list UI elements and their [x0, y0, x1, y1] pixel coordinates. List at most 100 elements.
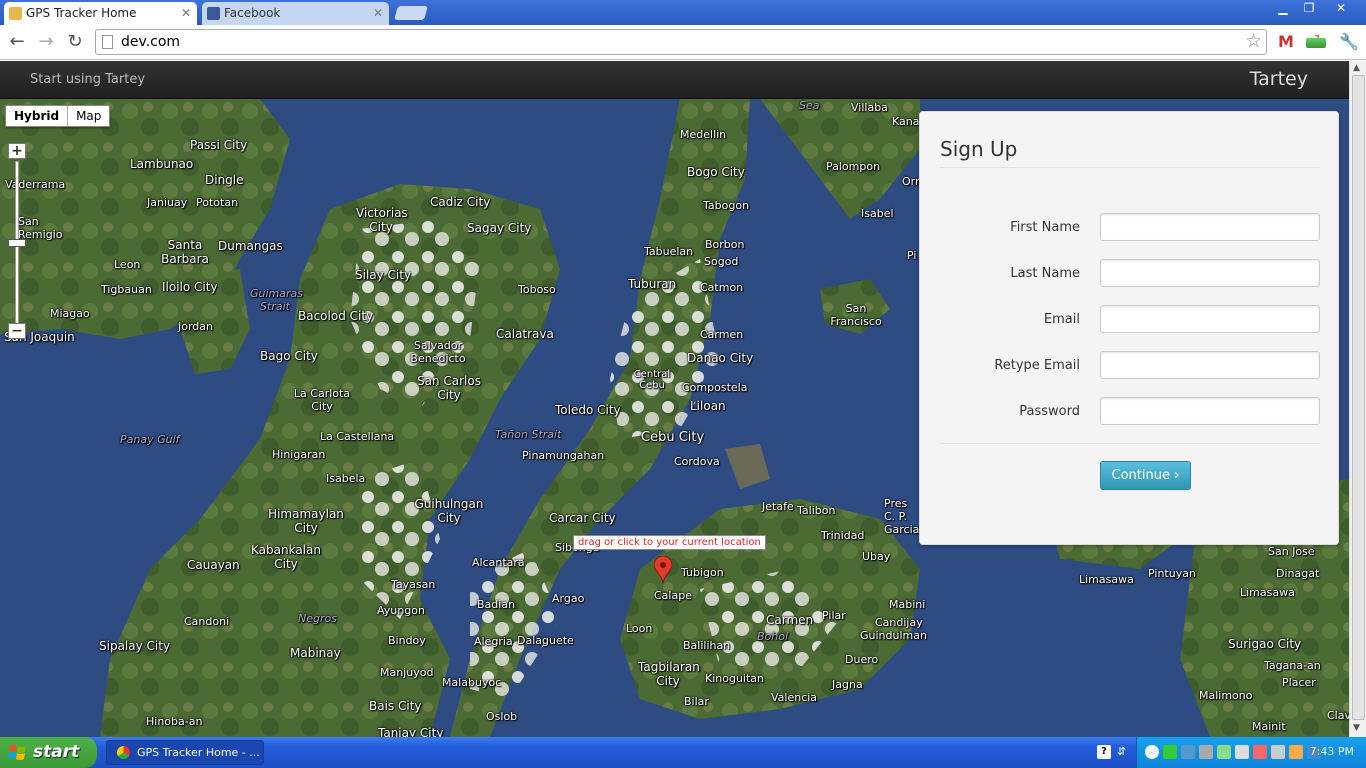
email-label: Email: [1043, 312, 1080, 327]
map-label: Tigbauan: [101, 283, 152, 296]
close-tab-icon[interactable]: ✕: [181, 2, 191, 25]
map-label: Candijay: [875, 616, 923, 629]
zoom-out-icon[interactable]: −: [8, 323, 26, 339]
map-label: Limasawa: [1079, 573, 1134, 586]
map-label: Talibon: [797, 504, 836, 517]
map-label: Oslob: [486, 710, 518, 723]
map-label: Pinamungahan: [522, 449, 605, 462]
forward-arrow-icon[interactable]: →: [35, 30, 57, 54]
first-name-input[interactable]: [1100, 213, 1320, 241]
map-label: Liloan: [690, 399, 726, 413]
map-label: Tabogon: [703, 199, 750, 212]
tray-device-icon[interactable]: [1199, 745, 1213, 759]
signup-panel: Sign Up First Name Last Name Email Retyp…: [919, 111, 1339, 545]
map-type-hybrid-button[interactable]: Hybrid: [6, 106, 69, 126]
map-label: Tañon Strait: [495, 428, 562, 441]
map-label: Palompon: [826, 160, 881, 173]
restore-window-icon[interactable]: ❐: [1296, 0, 1322, 16]
map-label: Jagna: [832, 678, 863, 691]
taskbar-window-chrome[interactable]: GPS Tracker Home - ...: [106, 740, 264, 765]
tray-alert-icon[interactable]: [1253, 745, 1267, 759]
map-label: Sagay City: [467, 221, 532, 235]
map-label: Balilihan: [683, 639, 731, 652]
tab-gps-tracker[interactable]: GPS Tracker Home ✕: [4, 2, 197, 25]
tray-volume-icon[interactable]: [1235, 745, 1249, 759]
map-type-map-button[interactable]: Map: [68, 106, 109, 126]
zoom-slider-handle[interactable]: [8, 239, 26, 247]
windows-logo-icon: [9, 745, 26, 760]
tray-user-icon[interactable]: [1289, 745, 1303, 759]
map-label: Dalaguete: [517, 634, 574, 647]
password-label: Password: [1019, 404, 1080, 419]
map-label: Ubay: [862, 550, 891, 563]
password-input[interactable]: [1100, 397, 1320, 425]
map-label: Pintuyan: [1148, 567, 1196, 580]
map-label: Guihulngan City: [414, 497, 484, 525]
close-tab-icon[interactable]: ✕: [373, 2, 383, 25]
map-label: Pres C. P. Garcia: [884, 497, 920, 536]
close-window-icon[interactable]: ✕: [1328, 0, 1354, 16]
map-label: Badian: [477, 598, 516, 611]
tray-sync-icon[interactable]: [1217, 745, 1231, 759]
app-navbar: Start using Tartey Tartey: [0, 61, 1349, 99]
tray-back-icon[interactable]: [1145, 745, 1159, 759]
start-using-link[interactable]: Start using Tartey: [30, 72, 145, 87]
new-tab-button[interactable]: [394, 6, 428, 20]
minimize-window-icon[interactable]: ▁: [1270, 0, 1296, 16]
map-label: Carcar City: [549, 511, 616, 525]
scroll-down-arrow-icon[interactable]: ▼: [1353, 723, 1360, 733]
map-label: Tayasan: [391, 578, 436, 591]
map-label: Catmon: [700, 281, 744, 294]
map-label: Argao: [552, 592, 585, 605]
start-button[interactable]: start: [0, 737, 97, 768]
map-label: Alegria: [474, 635, 513, 648]
email-row: Email: [940, 305, 1320, 333]
map-label: Sea: [799, 99, 820, 112]
tray-chat-icon[interactable]: [1271, 745, 1285, 759]
retype-email-label: Retype Email: [994, 358, 1080, 373]
scrollbar-thumb[interactable]: [1352, 75, 1365, 720]
back-arrow-icon[interactable]: ←: [6, 30, 28, 54]
tray-arrow-icon[interactable]: ⇵: [1117, 745, 1131, 759]
brand-logo[interactable]: Tartey: [1250, 68, 1308, 90]
map-label: Carmen: [700, 328, 744, 341]
help-icon[interactable]: ?: [1097, 745, 1111, 759]
map-label: San Francisco: [830, 302, 882, 328]
address-bar[interactable]: dev.com ☆: [95, 29, 1267, 55]
location-pin-icon[interactable]: [654, 556, 672, 584]
wrench-icon[interactable]: 🔧: [1338, 31, 1360, 53]
gmail-icon[interactable]: M: [1275, 31, 1297, 53]
scroll-up-arrow-icon[interactable]: ▲: [1353, 63, 1360, 73]
map-label: Jordan: [178, 320, 213, 333]
browser-tab-bar: GPS Tracker Home ✕ Facebook ✕ ▁ ❐ ✕: [0, 0, 1366, 25]
map-label: Pototan: [196, 196, 239, 209]
map-label: Sogod: [704, 255, 739, 268]
last-name-label: Last Name: [1010, 266, 1080, 281]
map-label: Isabela: [326, 472, 366, 485]
tab-facebook[interactable]: Facebook ✕: [202, 2, 389, 25]
divider: [940, 443, 1320, 444]
email-input[interactable]: [1100, 305, 1320, 333]
bookmark-star-icon[interactable]: ☆: [1245, 30, 1262, 52]
tab-title: Facebook: [224, 6, 281, 20]
map-label: Malimono: [1199, 689, 1253, 702]
url-text: dev.com: [121, 34, 181, 50]
map-label: San Jose: [1268, 545, 1315, 558]
map-label: Isabel: [861, 207, 894, 220]
folder-favicon-icon: [9, 7, 22, 20]
last-name-input[interactable]: [1100, 259, 1320, 287]
continue-button[interactable]: Continue ›: [1100, 461, 1191, 490]
page-scrollbar[interactable]: ▲ ▼: [1349, 61, 1366, 737]
map-label: Loon: [626, 622, 653, 635]
map-label: Lambunao: [130, 157, 194, 171]
map-label: Duero: [845, 653, 879, 666]
map-type-control: Hybrid Map: [5, 105, 111, 127]
tray-network-icon[interactable]: [1181, 745, 1195, 759]
retype-email-input[interactable]: [1100, 351, 1320, 379]
zoom-in-icon[interactable]: +: [8, 143, 26, 159]
tray-app-icon[interactable]: [1163, 745, 1177, 759]
map-label: Bogo City: [687, 165, 745, 179]
extension-icon[interactable]: [1306, 38, 1326, 48]
map-label: Central Cebu: [633, 369, 671, 391]
reload-icon[interactable]: ↻: [64, 30, 86, 54]
